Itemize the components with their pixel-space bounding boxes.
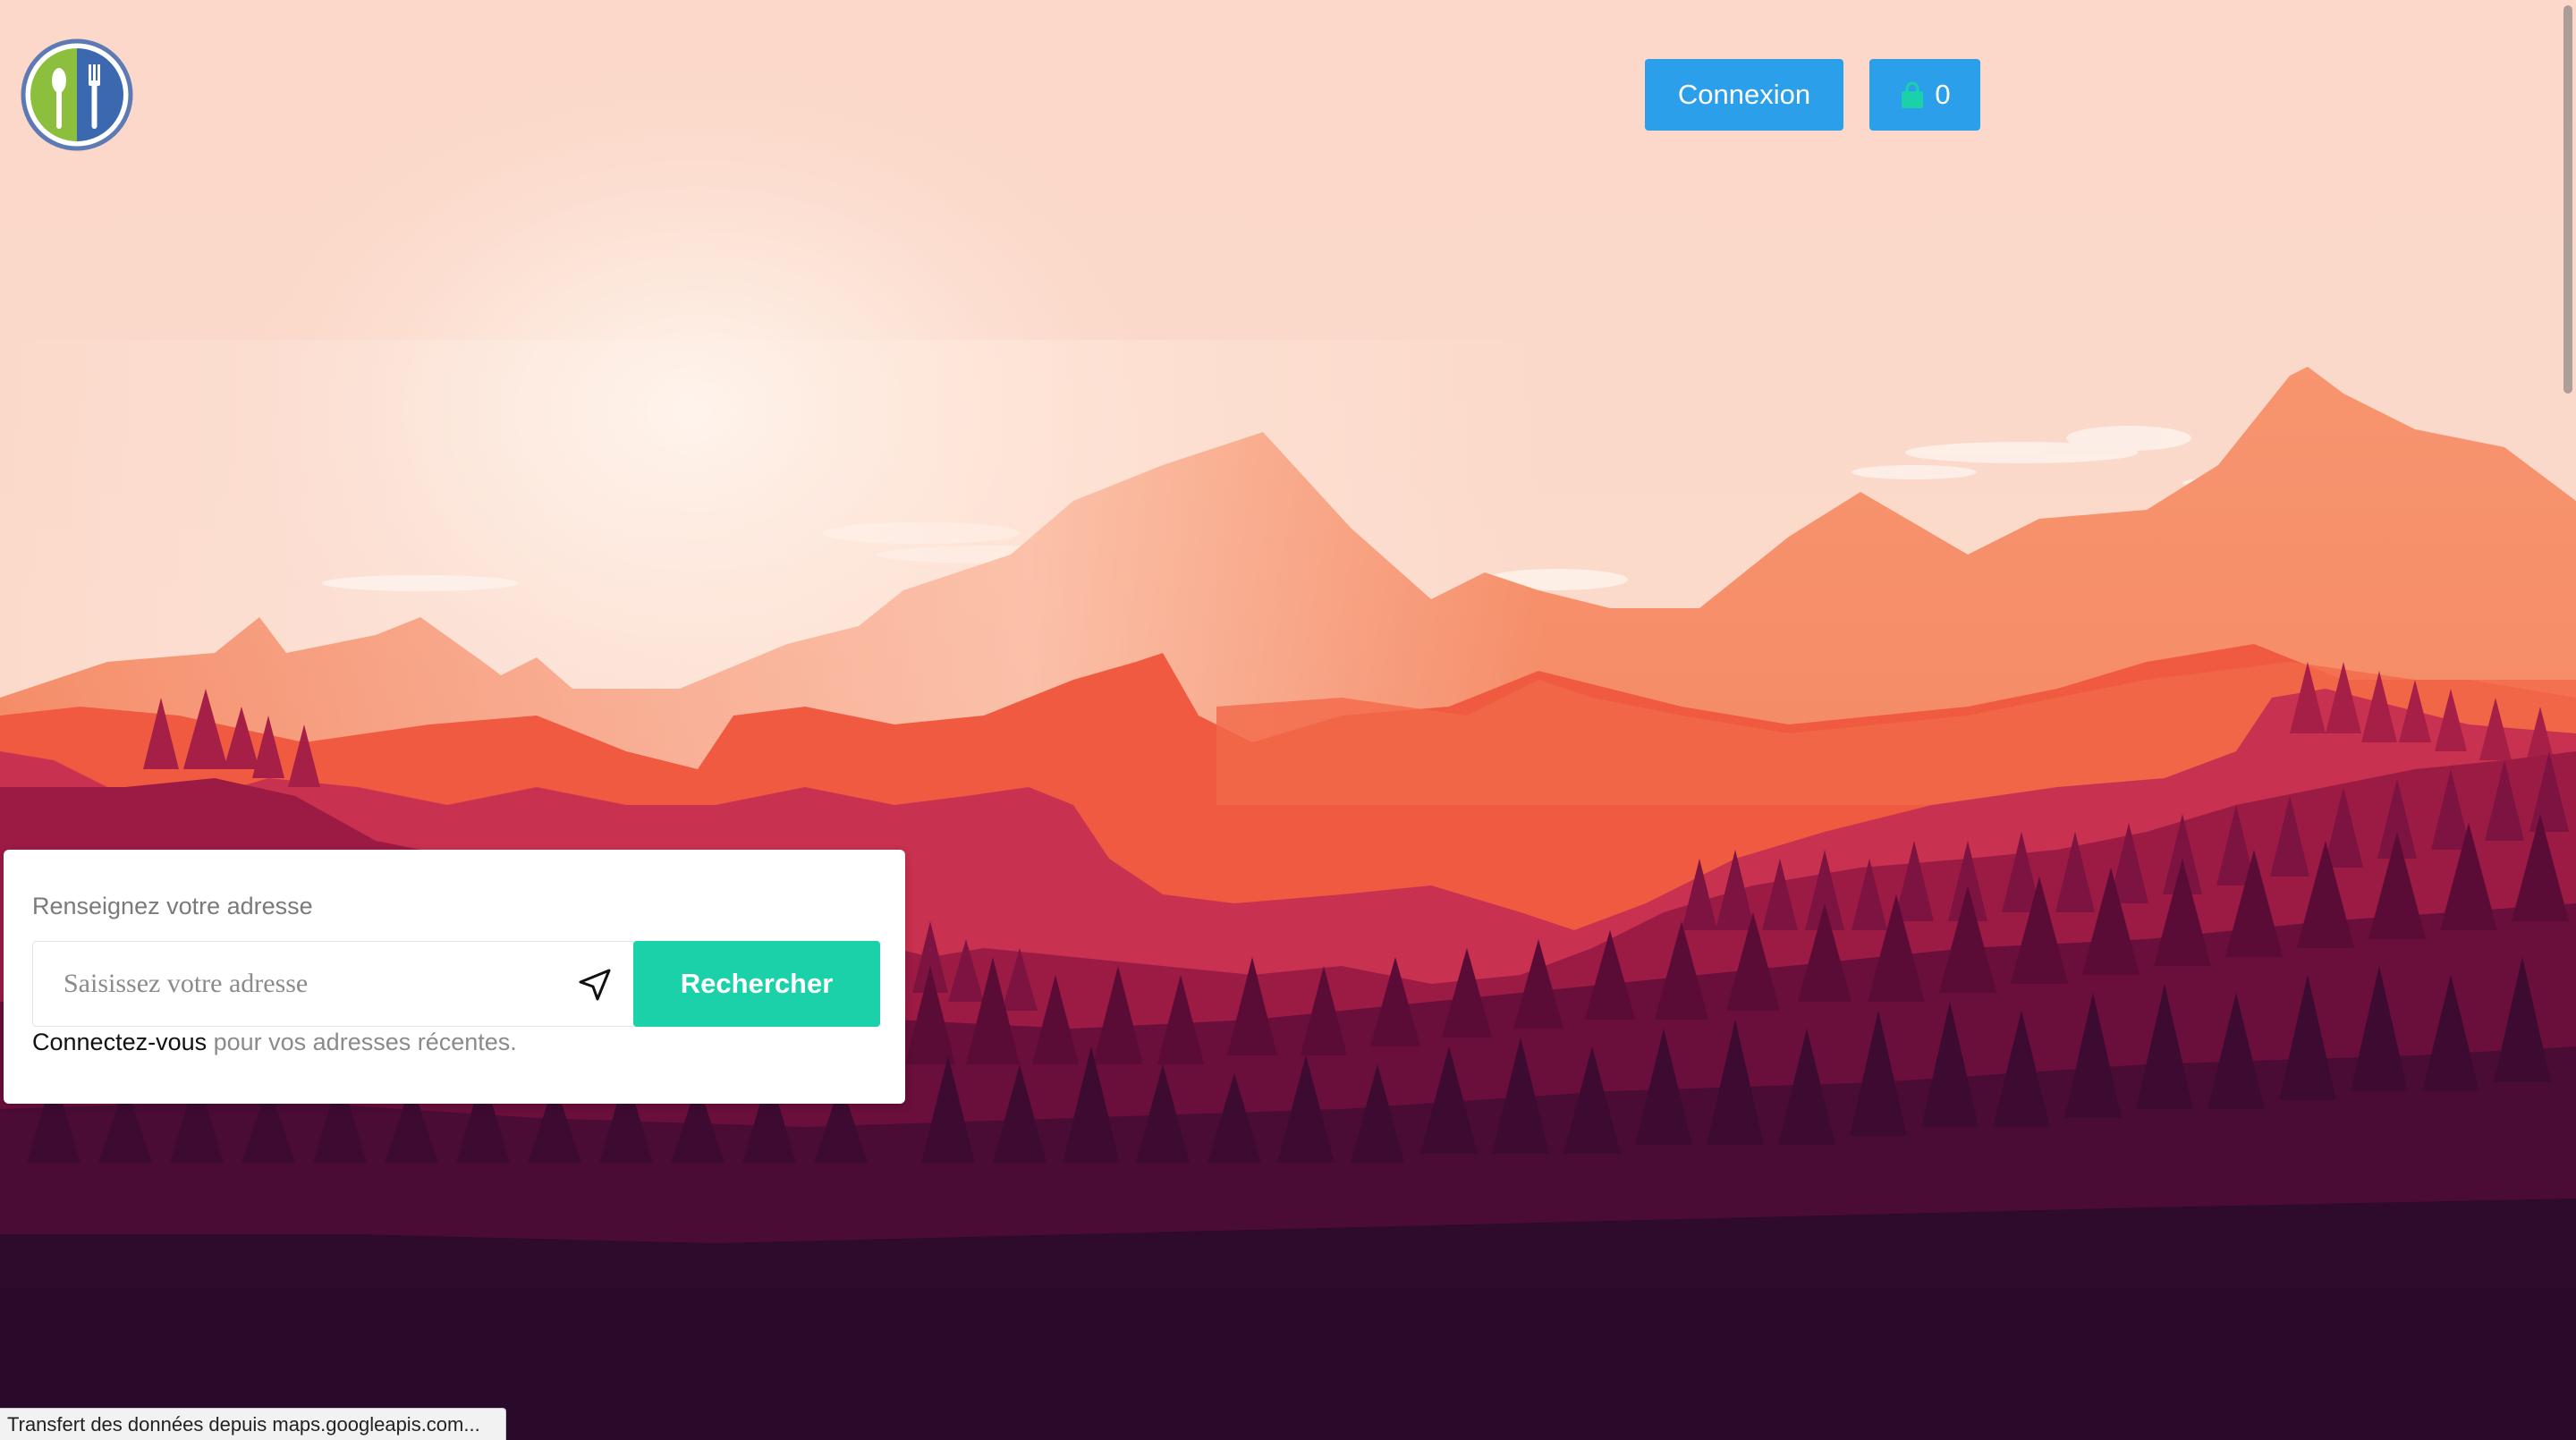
cart-button[interactable]: 0 — [1869, 59, 1980, 131]
restaurant-logo-icon[interactable] — [20, 38, 134, 152]
login-hint-text: pour vos adresses récentes. — [207, 1029, 517, 1055]
address-input[interactable]: Saisissez votre adresse — [32, 941, 637, 1027]
home-page: Connexion 0 Renseignez votre adresse Sai… — [0, 0, 2576, 1440]
search-button-label: Rechercher — [680, 968, 834, 999]
login-button-label: Connexion — [1677, 79, 1811, 110]
address-input-placeholder: Saisissez votre adresse — [64, 969, 309, 998]
status-text: Transfert des données depuis maps.google… — [7, 1412, 480, 1436]
login-link[interactable]: Connectez-vous — [32, 1029, 207, 1055]
login-button[interactable]: Connexion — [1645, 59, 1843, 131]
address-label: Renseignez votre adresse — [32, 893, 313, 919]
address-search-card: Renseignez votre adresse Saisissez votre… — [4, 850, 905, 1104]
page-scrollbar[interactable] — [2563, 5, 2572, 394]
mountain-landscape-background — [0, 0, 2576, 1440]
browser-status-bar: Transfert des données depuis maps.google… — [0, 1408, 506, 1440]
login-hint: Connectez-vous pour vos adresses récente… — [32, 1029, 517, 1056]
cart-count: 0 — [1935, 79, 1951, 110]
shopping-bag-icon — [1902, 81, 1924, 108]
location-arrow-icon[interactable] — [577, 967, 613, 1003]
search-button[interactable]: Rechercher — [633, 941, 880, 1027]
